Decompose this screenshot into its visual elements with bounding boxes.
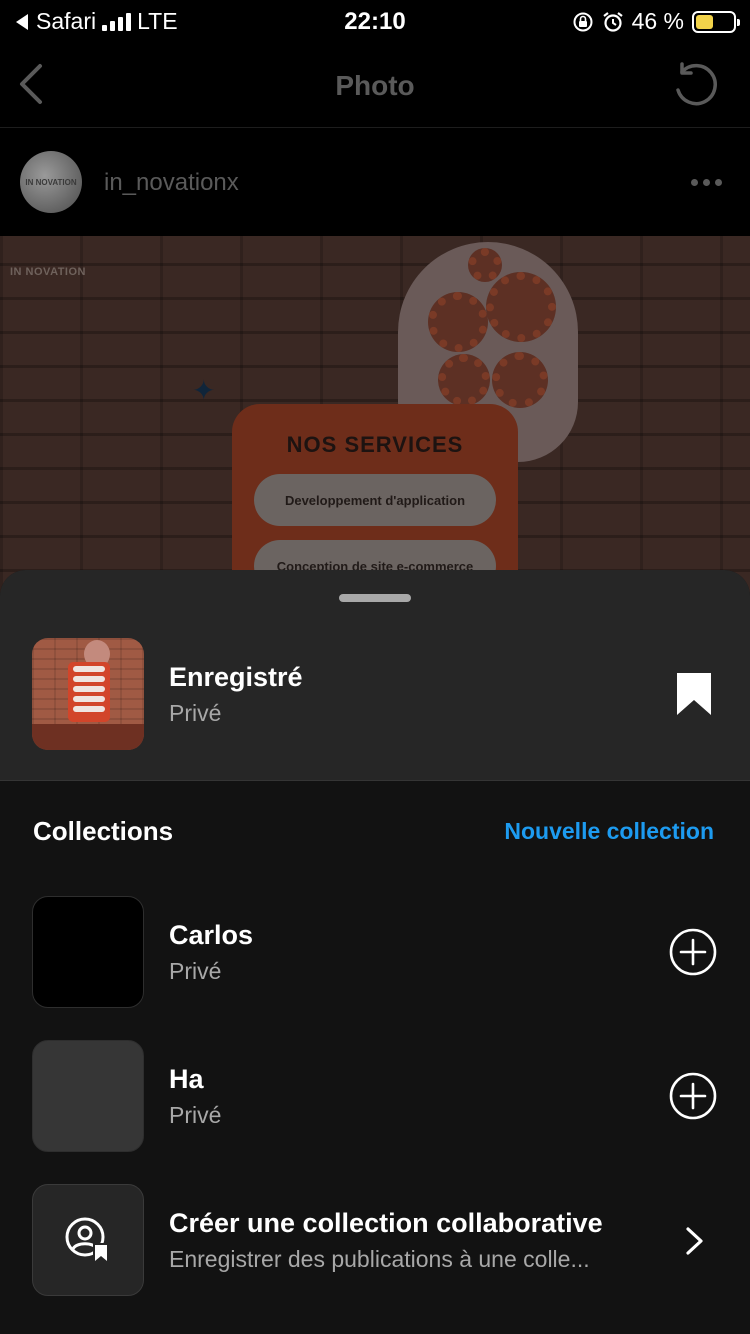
collaborative-icon	[65, 1217, 109, 1263]
post-header: IN NOVATION in_novationx	[0, 129, 750, 235]
post-username[interactable]: in_novationx	[104, 169, 239, 197]
refresh-icon[interactable]	[670, 60, 720, 110]
add-circle-icon[interactable]	[668, 1071, 718, 1121]
chevron-right-icon	[686, 1227, 703, 1255]
background-post-page: Photo IN NOVATION in_novationx IN NOVATI…	[0, 42, 750, 606]
battery-icon	[692, 10, 740, 33]
alarm-icon	[602, 11, 623, 32]
collection-title: Ha	[169, 1064, 204, 1094]
status-bar: Safari LTE 22:10 46 %	[0, 0, 750, 42]
page-title: Photo	[335, 70, 415, 101]
collections-heading: Collections	[33, 816, 174, 846]
saved-title: Enregistré	[169, 662, 303, 692]
collaborative-icon-tile	[32, 1184, 144, 1296]
saved-subtitle: Privé	[169, 700, 222, 726]
services-title: NOS SERVICES	[286, 432, 464, 457]
post-image[interactable]: IN NOVATION ✦ NOS SERVICES Developpement…	[0, 236, 750, 606]
add-circle-icon[interactable]	[668, 927, 718, 977]
more-icon[interactable]	[691, 179, 722, 186]
sparkle-icon: ✦	[192, 375, 216, 406]
save-bottom-sheet: Enregistré Privé Collections Nouvelle co…	[0, 570, 750, 1334]
bookmark-icon[interactable]	[674, 670, 714, 718]
collection-title: Carlos	[169, 920, 254, 950]
rotation-lock-icon	[573, 12, 593, 31]
image-logo-text: IN NOVATION	[10, 266, 86, 278]
avatar-logo-text: IN NOVATION	[25, 177, 77, 187]
nav-bar: Photo	[0, 42, 750, 128]
collaborative-title: Créer une collection collaborative	[169, 1208, 603, 1238]
collection-thumbnail	[32, 896, 144, 1008]
collection-thumbnail	[32, 1040, 144, 1152]
collaborative-subtitle: Enregistrer des publications à une colle…	[169, 1246, 590, 1272]
battery-percent: 46 %	[631, 8, 684, 34]
avatar[interactable]: IN NOVATION	[20, 151, 82, 213]
service-pill: Developpement d'application	[254, 474, 496, 526]
status-right: 46 %	[572, 8, 740, 35]
collection-subtitle: Privé	[169, 958, 222, 984]
collection-subtitle: Privé	[169, 1102, 222, 1128]
saved-post-thumbnail	[32, 638, 144, 750]
saved-section: Enregistré Privé	[0, 570, 750, 781]
battery-fill	[696, 14, 713, 29]
sheet-grabber[interactable]	[339, 594, 411, 602]
new-collection-button[interactable]: Nouvelle collection	[504, 818, 714, 845]
